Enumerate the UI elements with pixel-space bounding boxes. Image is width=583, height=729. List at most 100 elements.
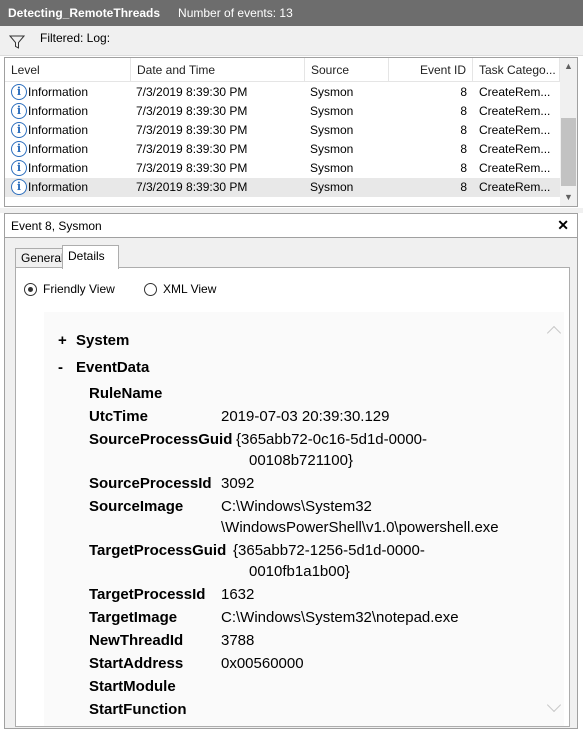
cell-level: Information [28,104,89,118]
friendly-view-label: Friendly View [43,282,115,296]
cell-source: Sysmon [310,85,354,99]
cell-date: 7/3/2019 8:39:30 PM [136,85,248,99]
information-icon: i [11,103,27,119]
detail-header: Event 8, Sysmon ✕ [5,214,577,238]
field-value: 3788 [221,632,255,649]
tab-details[interactable]: Details [62,245,119,269]
field-value: 0x00560000 [221,655,304,672]
cell-source: Sysmon [310,104,354,118]
information-icon: i [11,179,27,195]
cell-level: Information [28,161,89,175]
scroll-up-arrow-icon[interactable]: ▲ [560,58,577,75]
field-value: {365abb72-0c16-5d1d-0000- [236,431,427,448]
close-icon[interactable]: ✕ [557,217,569,234]
cell-date: 7/3/2019 8:39:30 PM [136,180,248,194]
collapse-icon[interactable]: - [58,359,76,376]
field-value: 2019-07-03 20:39:30.129 [221,408,390,425]
expand-icon[interactable]: + [58,332,76,349]
cell-task: CreateRem... [479,104,551,118]
information-icon: i [11,84,27,100]
tab-general[interactable]: General [15,248,64,268]
cell-level: Information [28,142,89,156]
field-key: SourceProcessId [89,475,212,492]
field-key: StartAddress [89,655,184,672]
field-value-continued: \WindowsPowerShell\v1.0\powershell.exe [221,519,499,536]
scroll-thumb[interactable] [561,118,576,186]
log-name: Detecting_RemoteThreads [8,6,161,20]
details-panel: Friendly View XML View + System - EventDat… [15,267,570,727]
information-icon: i [11,160,27,176]
table-row[interactable]: i Information 7/3/2019 8:39:30 PM Sysmon… [5,102,560,121]
chevron-down-icon[interactable] [546,697,562,713]
table-row-selected[interactable]: i Information 7/3/2019 8:39:30 PM Sysmon… [5,178,560,197]
cell-task: CreateRem... [479,180,551,194]
table-row[interactable]: i Information 7/3/2019 8:39:30 PM Sysmon… [5,121,560,140]
cell-event-id: 8 [460,123,467,137]
field-value-continued: 00108b721100} [249,452,354,469]
table-row[interactable]: i Information 7/3/2019 8:39:30 PM Sysmon… [5,83,560,102]
information-icon: i [11,122,27,138]
field-value: {365abb72-1256-5d1d-0000- [233,542,425,559]
field-key: TargetProcessGuid [89,542,227,559]
field-key: RuleName [89,385,163,402]
cell-source: Sysmon [310,161,354,175]
detail-title: Event 8, Sysmon [11,219,102,233]
funnel-icon[interactable] [9,34,25,50]
cell-task: CreateRem... [479,123,551,137]
table-row[interactable]: i Information 7/3/2019 8:39:30 PM Sysmon… [5,140,560,159]
field-key: StartModule [89,678,176,695]
cell-task: CreateRem... [479,85,551,99]
eventdata-label: EventData [76,359,150,376]
event-detail-pane: Event 8, Sysmon ✕ General Details Friend… [4,213,578,729]
event-list[interactable]: Level Date and Time Source Event ID Task… [4,57,578,207]
field-key: StartFunction [89,701,187,718]
field-value: C:\Windows\System32\notepad.exe [221,609,459,626]
table-row[interactable]: i Information 7/3/2019 8:39:30 PM Sysmon… [5,159,560,178]
information-icon: i [11,141,27,157]
field-value-continued: 0010fb1a1b00} [249,563,350,580]
cell-level: Information [28,180,89,194]
column-header-level[interactable]: Level [5,58,131,82]
column-header-date[interactable]: Date and Time [131,58,305,82]
cell-date: 7/3/2019 8:39:30 PM [136,123,248,137]
scroll-down-arrow-icon[interactable]: ▼ [560,189,577,206]
event-rows: i Information 7/3/2019 8:39:30 PM Sysmon… [5,83,560,197]
field-value: 3092 [221,475,255,492]
cell-task: CreateRem... [479,161,551,175]
friendly-view-content[interactable]: + System - EventData RuleName UtcTime 2019… [44,312,564,726]
cell-event-id: 8 [460,104,467,118]
friendly-view-radio[interactable]: Friendly View [24,282,115,296]
field-key: TargetProcessId [89,586,206,603]
field-key: SourceProcessGuid [89,431,233,448]
cell-date: 7/3/2019 8:39:30 PM [136,104,248,118]
field-value: C:\Windows\System32 [221,498,372,515]
event-list-scrollbar[interactable]: ▲ ▼ [560,58,577,206]
filter-text: Filtered: Log: [40,31,111,45]
event-list-header: Level Date and Time Source Event ID Task… [5,58,560,82]
cell-date: 7/3/2019 8:39:30 PM [136,161,248,175]
cell-source: Sysmon [310,123,354,137]
cell-source: Sysmon [310,142,354,156]
column-header-task-category[interactable]: Task Catego... [473,58,560,82]
cell-event-id: 8 [460,161,467,175]
column-header-event-id[interactable]: Event ID [389,58,473,82]
cell-level: Information [28,123,89,137]
xml-view-label: XML View [163,282,217,296]
cell-source: Sysmon [310,180,354,194]
cell-date: 7/3/2019 8:39:30 PM [136,142,248,156]
system-label: System [76,332,130,349]
cell-level: Information [28,85,89,99]
cell-event-id: 8 [460,142,467,156]
column-header-source[interactable]: Source [305,58,389,82]
radio-selected-icon [24,282,37,296]
xml-view-radio[interactable]: XML View [144,282,216,296]
field-key: SourceImage [89,498,184,515]
cell-event-id: 8 [460,180,467,194]
system-node[interactable]: + System [58,332,129,349]
log-titlebar: Detecting_RemoteThreads Number of events… [0,0,583,26]
details-scrollbar[interactable] [546,312,564,726]
field-key: NewThreadId [89,632,184,649]
radio-empty-icon [144,282,157,296]
chevron-up-icon[interactable] [546,325,562,341]
eventdata-node[interactable]: - EventData [58,359,149,376]
